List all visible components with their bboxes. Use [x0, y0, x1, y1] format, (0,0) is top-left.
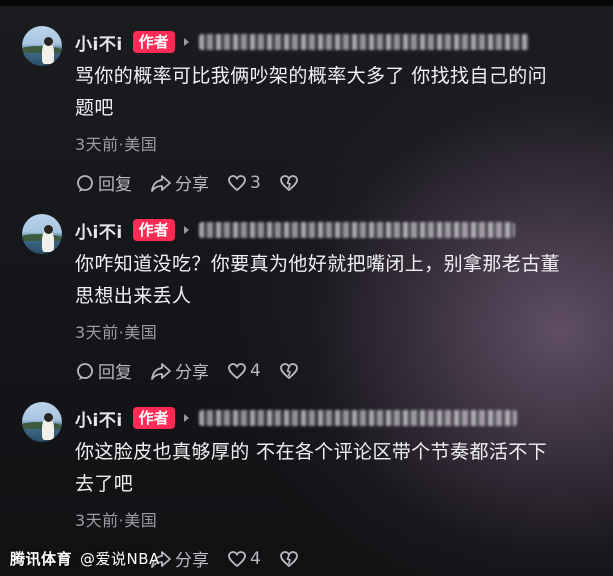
like-count: 3 [250, 172, 261, 193]
share-icon [151, 174, 171, 192]
reply-to-arrow-icon [183, 414, 189, 422]
like-button[interactable]: 4 [227, 361, 261, 381]
like-button[interactable]: 4 [227, 549, 261, 569]
comment-meta: 3天前·美国 [75, 323, 158, 342]
like-heart-icon [228, 174, 246, 191]
comment-text-line: 你咋知道没吃？你要真为他好就把嘴闭上，别拿那老古董 [75, 253, 561, 275]
comment-text-line: 思想出来丢人 [75, 285, 192, 307]
comment-item: 小i不i 作者 你咋知道没吃？你要真为他好就把嘴闭上，别拿那老古董 思想出来丢人… [0, 214, 613, 384]
top-edge [0, 0, 613, 6]
watermark-source: 腾讯体育 [10, 550, 73, 568]
like-button[interactable]: 3 [227, 173, 261, 193]
dislike-button[interactable] [279, 173, 302, 193]
author-badge: 作者 [132, 31, 175, 53]
comment-text-line: 去了吧 [75, 473, 134, 495]
reply-to-arrow-icon [183, 38, 189, 46]
watermark-handle: @爱说NBA [80, 550, 160, 568]
share-button[interactable]: 分享 [150, 170, 209, 195]
username[interactable]: 小i不i [75, 406, 123, 431]
comment-item: 小i不i 作者 你这脸皮也真够厚的 不在各个评论区带个节奏都活不下 去了吧 3天… [0, 402, 613, 572]
avatar[interactable] [22, 402, 62, 442]
comment-screen: 小i不i 作者 骂你的概率可比我俩吵架的概率大多了 你找找自己的问 题吧 3天前… [0, 0, 613, 576]
username[interactable]: 小i不i [75, 218, 123, 243]
dislike-heart-icon [279, 174, 298, 191]
reply-button[interactable]: 回复 [75, 358, 132, 383]
comment-text-line: 你这脸皮也真够厚的 不在各个评论区带个节奏都活不下 [75, 441, 548, 463]
reply-to-arrow-icon [183, 226, 189, 234]
comment-actions: 回复 分享 3 [75, 170, 320, 195]
like-heart-icon [228, 550, 246, 567]
reply-icon [77, 174, 93, 192]
share-label: 分享 [175, 551, 209, 571]
comment-header: 小i不i 作者 [75, 28, 529, 56]
dislike-heart-icon [279, 362, 298, 379]
avatar[interactable] [22, 214, 62, 254]
author-badge: 作者 [132, 407, 175, 429]
reply-button[interactable]: 回复 [75, 170, 132, 195]
dislike-heart-icon [279, 550, 298, 567]
blurred-reply-target [198, 222, 515, 238]
comment-meta: 3天前·美国 [75, 135, 158, 154]
reply-label: 回复 [98, 363, 132, 383]
author-badge: 作者 [132, 219, 175, 241]
comment-text-line: 骂你的概率可比我俩吵架的概率大多了 你找找自己的问 [75, 65, 548, 87]
reply-label: 回复 [98, 175, 132, 195]
blurred-reply-target [198, 410, 517, 426]
username[interactable]: 小i不i [75, 30, 123, 55]
like-heart-icon [228, 362, 246, 379]
avatar[interactable] [22, 26, 62, 66]
dislike-button[interactable] [279, 361, 302, 381]
comment-text: 你这脸皮也真够厚的 不在各个评论区带个节奏都活不下 去了吧 [75, 436, 595, 500]
comment-actions: 回复 分享 4 [75, 358, 320, 383]
comment-item: 小i不i 作者 骂你的概率可比我俩吵架的概率大多了 你找找自己的问 题吧 3天前… [0, 26, 613, 196]
comment-text: 骂你的概率可比我俩吵架的概率大多了 你找找自己的问 题吧 [75, 60, 595, 124]
comment-text: 你咋知道没吃？你要真为他好就把嘴闭上，别拿那老古董 思想出来丢人 [75, 248, 595, 312]
share-button[interactable]: 分享 [150, 358, 209, 383]
comment-header: 小i不i 作者 [75, 404, 517, 432]
share-label: 分享 [175, 363, 209, 383]
like-count: 4 [250, 548, 261, 569]
reply-icon [77, 362, 93, 380]
like-count: 4 [250, 360, 261, 381]
share-label: 分享 [175, 175, 209, 195]
comment-meta: 3天前·美国 [75, 511, 158, 530]
comment-text-line: 题吧 [75, 97, 114, 119]
dislike-button[interactable] [279, 549, 302, 569]
share-icon [151, 362, 171, 380]
blurred-reply-target [198, 34, 529, 50]
watermark: 腾讯体育 @爱说NBA [10, 548, 166, 569]
comment-header: 小i不i 作者 [75, 216, 515, 244]
